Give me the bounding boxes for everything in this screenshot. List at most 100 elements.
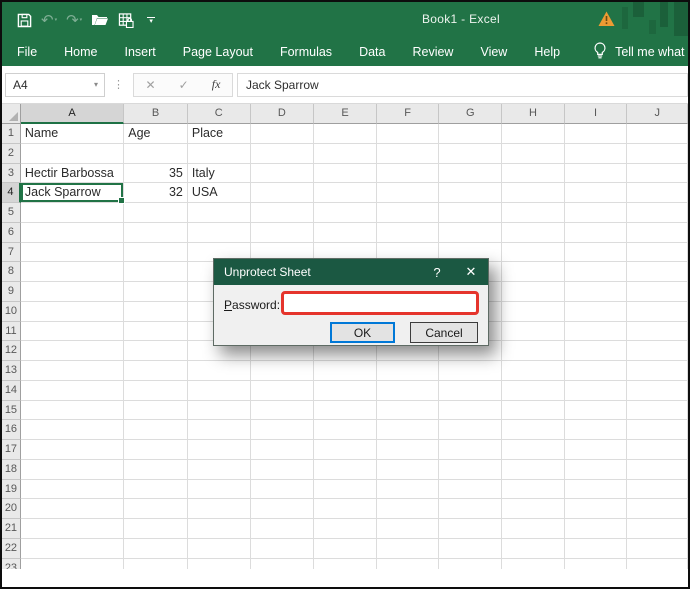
cell-i7[interactable]: [565, 243, 628, 263]
cell-d22[interactable]: [251, 539, 315, 559]
cell-h19[interactable]: [502, 480, 565, 500]
cell-c3[interactable]: Italy: [188, 164, 251, 184]
cell-j10[interactable]: [627, 302, 688, 322]
cell-f14[interactable]: [377, 381, 440, 401]
cell-h5[interactable]: [502, 203, 565, 223]
row-header-4[interactable]: 4: [2, 183, 21, 203]
cell-e19[interactable]: [314, 480, 377, 500]
cell-g1[interactable]: [439, 124, 502, 144]
cell-g3[interactable]: [439, 164, 502, 184]
cell-f23[interactable]: [377, 559, 440, 570]
cell-h23[interactable]: [502, 559, 565, 570]
cell-j6[interactable]: [627, 223, 688, 243]
cell-i2[interactable]: [565, 144, 628, 164]
name-box-dropdown-icon[interactable]: ▾: [94, 80, 104, 89]
cell-e22[interactable]: [314, 539, 377, 559]
enter-entry-icon[interactable]: ✓: [179, 78, 189, 92]
row-header-2[interactable]: 2: [2, 144, 21, 164]
dialog-title-bar[interactable]: Unprotect Sheet ? ✕: [214, 259, 488, 285]
cell-h13[interactable]: [502, 361, 565, 381]
cell-g20[interactable]: [439, 499, 502, 519]
cell-c2[interactable]: [188, 144, 251, 164]
cell-d18[interactable]: [251, 460, 315, 480]
column-header-a[interactable]: A: [21, 104, 124, 124]
cell-j1[interactable]: [627, 124, 688, 144]
cell-a8[interactable]: [21, 262, 124, 282]
cell-h4[interactable]: [502, 183, 565, 203]
cell-f20[interactable]: [377, 499, 440, 519]
cell-f15[interactable]: [377, 401, 440, 421]
cell-b19[interactable]: [124, 480, 188, 500]
cell-i21[interactable]: [565, 519, 628, 539]
cancel-entry-icon[interactable]: ✕: [146, 78, 156, 92]
cell-h22[interactable]: [502, 539, 565, 559]
cell-d5[interactable]: [251, 203, 315, 223]
cell-h2[interactable]: [502, 144, 565, 164]
cell-j5[interactable]: [627, 203, 688, 223]
cell-c22[interactable]: [188, 539, 251, 559]
cell-b13[interactable]: [124, 361, 188, 381]
tab-formulas[interactable]: Formulas: [280, 45, 332, 59]
cell-d23[interactable]: [251, 559, 315, 570]
cell-h12[interactable]: [502, 341, 565, 361]
cell-j13[interactable]: [627, 361, 688, 381]
cell-a11[interactable]: [21, 322, 124, 342]
cell-g2[interactable]: [439, 144, 502, 164]
row-header-9[interactable]: 9: [2, 282, 21, 302]
cell-h8[interactable]: [502, 262, 565, 282]
row-header-23[interactable]: 23: [2, 559, 21, 570]
cell-g13[interactable]: [439, 361, 502, 381]
cell-c19[interactable]: [188, 480, 251, 500]
cell-e1[interactable]: [314, 124, 377, 144]
cell-b3[interactable]: 35: [124, 164, 188, 184]
cell-c4[interactable]: USA: [188, 183, 251, 203]
cell-a5[interactable]: [21, 203, 124, 223]
cell-b4[interactable]: 32: [124, 183, 188, 203]
cell-g14[interactable]: [439, 381, 502, 401]
cell-h20[interactable]: [502, 499, 565, 519]
tab-view[interactable]: View: [480, 45, 507, 59]
cell-a23[interactable]: [21, 559, 124, 570]
cell-c18[interactable]: [188, 460, 251, 480]
tab-home[interactable]: Home: [64, 45, 97, 59]
warning-icon[interactable]: [598, 11, 615, 27]
cell-c6[interactable]: [188, 223, 251, 243]
customize-quick-access-toolbar-icon[interactable]: ▾: [143, 9, 159, 31]
cell-g22[interactable]: [439, 539, 502, 559]
tab-data[interactable]: Data: [359, 45, 385, 59]
column-header-g[interactable]: G: [439, 104, 502, 124]
cell-c13[interactable]: [188, 361, 251, 381]
cell-e18[interactable]: [314, 460, 377, 480]
column-header-d[interactable]: D: [251, 104, 315, 124]
cancel-button[interactable]: Cancel: [410, 322, 478, 343]
cell-g16[interactable]: [439, 420, 502, 440]
cell-j17[interactable]: [627, 440, 688, 460]
cell-f17[interactable]: [377, 440, 440, 460]
cell-b5[interactable]: [124, 203, 188, 223]
cell-g17[interactable]: [439, 440, 502, 460]
cell-e2[interactable]: [314, 144, 377, 164]
cell-c15[interactable]: [188, 401, 251, 421]
cell-a22[interactable]: [21, 539, 124, 559]
cell-f22[interactable]: [377, 539, 440, 559]
save-icon[interactable]: [16, 9, 32, 31]
row-header-21[interactable]: 21: [2, 519, 21, 539]
cell-f6[interactable]: [377, 223, 440, 243]
cell-a4[interactable]: Jack Sparrow: [21, 183, 124, 203]
cell-f13[interactable]: [377, 361, 440, 381]
cell-h11[interactable]: [502, 322, 565, 342]
cell-i14[interactable]: [565, 381, 628, 401]
cell-j14[interactable]: [627, 381, 688, 401]
cell-i6[interactable]: [565, 223, 628, 243]
cell-h21[interactable]: [502, 519, 565, 539]
cell-i18[interactable]: [565, 460, 628, 480]
cell-g15[interactable]: [439, 401, 502, 421]
cell-g4[interactable]: [439, 183, 502, 203]
cell-a19[interactable]: [21, 480, 124, 500]
cell-i5[interactable]: [565, 203, 628, 223]
cell-f2[interactable]: [377, 144, 440, 164]
row-header-5[interactable]: 5: [2, 203, 21, 223]
row-header-7[interactable]: 7: [2, 243, 21, 263]
protect-sheet-icon[interactable]: [118, 9, 134, 31]
cell-b15[interactable]: [124, 401, 188, 421]
